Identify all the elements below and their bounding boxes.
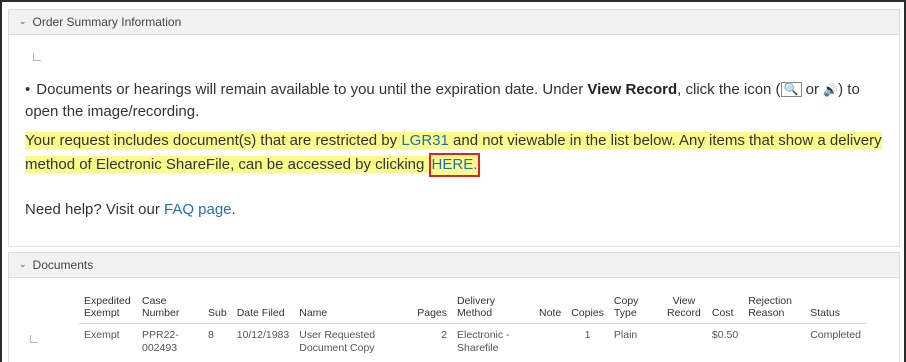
cell-copies: 1 bbox=[584, 329, 591, 341]
speaker-icon: 🔊 bbox=[823, 83, 839, 97]
table-header-row: Expedited Exempt Case Number Sub Date Fi… bbox=[79, 295, 866, 324]
cell-copy-type: Plain bbox=[613, 329, 638, 341]
documents-body: Expedited Exempt Case Number Sub Date Fi… bbox=[8, 278, 900, 362]
order-summary-header[interactable]: ⌄ Order Summary Information bbox=[8, 9, 900, 35]
tree-connector-icon bbox=[30, 335, 38, 343]
table-row[interactable]: Exempt PPR22-002493 8 10/12/1983 User Re… bbox=[79, 324, 866, 356]
col-note[interactable]: Note bbox=[534, 295, 567, 324]
view-record-label: View Record bbox=[587, 81, 678, 98]
chevron-down-icon: ⌄ bbox=[19, 258, 27, 269]
lgr31-link[interactable]: LGR31 bbox=[401, 132, 449, 149]
col-sub[interactable]: Sub bbox=[203, 295, 232, 324]
cell-rejection-reason bbox=[743, 324, 805, 356]
cell-case-number: PPR22-002493 bbox=[142, 329, 179, 354]
col-pages[interactable]: Pages bbox=[412, 295, 453, 324]
documents-title: Documents bbox=[32, 258, 94, 272]
magnifier-icon: 🔍 bbox=[780, 82, 802, 97]
cell-delivery-method: Electronic - Sharefile bbox=[457, 329, 510, 354]
restriction-notice: Your request includes document(s) that a… bbox=[25, 129, 885, 177]
col-view-record[interactable]: View Record bbox=[660, 295, 707, 324]
cell-name: User Requested Document Copy bbox=[299, 329, 376, 354]
col-status[interactable]: Status bbox=[805, 295, 866, 324]
cell-sub: 8 bbox=[208, 329, 214, 341]
col-case-number[interactable]: Case Number bbox=[137, 295, 203, 324]
documents-table: Expedited Exempt Case Number Sub Date Fi… bbox=[79, 295, 866, 355]
chevron-down-icon: ⌄ bbox=[19, 15, 27, 26]
documents-header[interactable]: ⌄ Documents bbox=[8, 252, 900, 278]
col-rejection-reason[interactable]: Rejection Reason bbox=[743, 295, 806, 324]
col-copy-type[interactable]: Copy Type bbox=[608, 295, 661, 324]
col-name[interactable]: Name bbox=[294, 295, 413, 324]
availability-note: • Documents or hearings will remain avail… bbox=[25, 81, 860, 120]
col-copies[interactable]: Copies bbox=[566, 295, 609, 324]
cell-cost: $0.50 bbox=[711, 329, 739, 341]
help-text: Need help? Visit our FAQ page. bbox=[25, 201, 236, 218]
col-cost[interactable]: Cost bbox=[706, 295, 744, 324]
cell-status: Completed bbox=[810, 329, 861, 341]
faq-link[interactable]: FAQ page bbox=[164, 201, 232, 218]
cell-pages: 2 bbox=[441, 329, 448, 341]
bullet-icon: • bbox=[25, 81, 31, 98]
tree-connector-icon bbox=[33, 53, 41, 61]
cell-view-record[interactable] bbox=[661, 324, 707, 356]
col-delivery-method[interactable]: Delivery Method bbox=[452, 295, 535, 324]
cell-expedited: Exempt bbox=[84, 329, 120, 341]
order-summary-title: Order Summary Information bbox=[32, 15, 182, 29]
cell-date-filed: 10/12/1983 bbox=[236, 329, 290, 341]
order-summary-body: • Documents or hearings will remain avail… bbox=[8, 35, 900, 247]
here-link[interactable]: HERE. bbox=[428, 153, 481, 177]
col-expedited[interactable]: Expedited Exempt bbox=[79, 295, 137, 324]
col-date-filed[interactable]: Date Filed bbox=[231, 295, 295, 324]
cell-note bbox=[534, 324, 566, 356]
